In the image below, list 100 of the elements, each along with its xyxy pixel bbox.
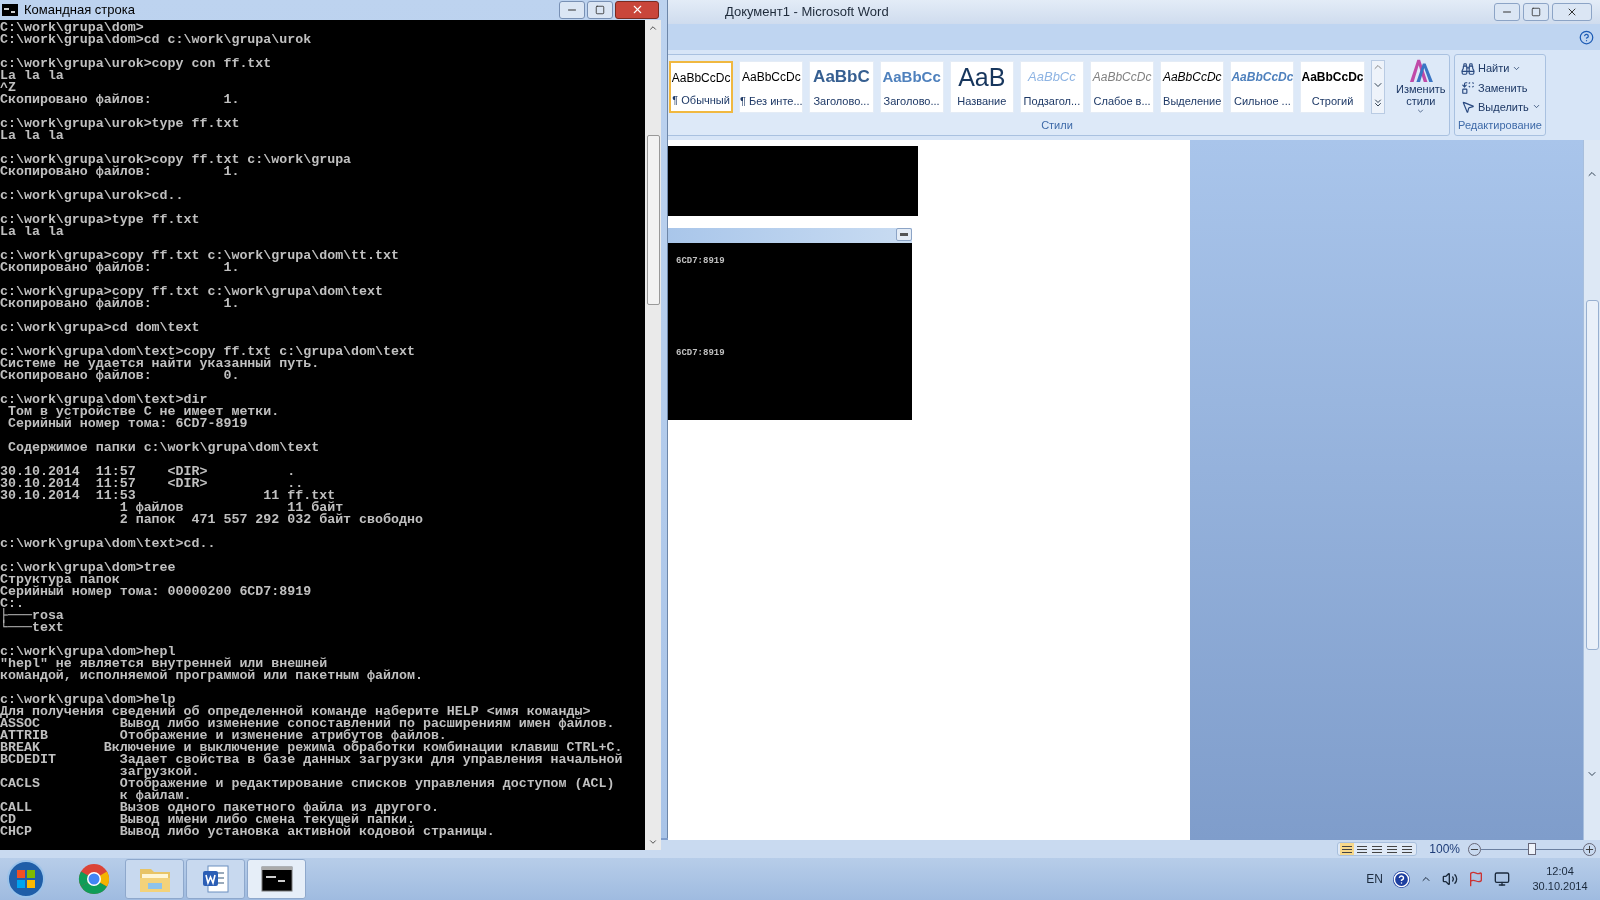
restore-icon [1531,7,1541,17]
chrome-icon [77,863,110,895]
console-line: c:\work\grupa>type ff.txt [0,213,200,226]
console-line: Скопировано файлов: 1. [0,261,240,274]
style-item[interactable]: AaBbCcDc Слабое в... [1090,60,1155,113]
style-item[interactable]: AaBbCc Заголово... [879,60,944,113]
console-line: Скопировано файлов: 0. [0,369,240,382]
style-item[interactable]: AaBbCc Подзагол... [1019,60,1084,113]
scroll-thumb[interactable] [1585,300,1599,650]
console-line: Серийный номер тома: 6CD7-8919 [6,417,248,430]
taskbar-button[interactable] [247,859,306,899]
console-icon [2,3,18,16]
console-line: 2 папок 471 557 292 032 байт свободно [118,513,423,526]
console-line: c:\work\grupa\dom\text>cd.. [0,537,216,550]
console-line: c:\work\grupa\urok>cd.. [0,189,184,202]
restore-icon [595,4,605,15]
console-line: командой, исполняемой программой или пакетным файлом. [0,669,423,682]
editing-button[interactable]: Найти [1461,59,1545,79]
speaker-icon[interactable] [1442,871,1458,887]
minimize-icon [896,228,912,241]
style-item[interactable]: AaBbCcDc ¶ Обычный [669,60,734,113]
console-line: CALL Вызов одного пакетного файла из другого. [0,801,439,814]
console-line: загрузкой. [118,765,200,778]
binoculars-icon [1461,61,1475,76]
console-line: BCDEDIT Задает свойства в базе данных загрузки для управления начальной [0,753,623,766]
console-line: Скопировано файлов: 1. [0,297,240,310]
terminal-icon [260,866,293,892]
console-line: c:\work\grupa\urok>copy con ff.txt [0,57,272,70]
console-line: c:\work\grupa\urok>copy ff.txt c:\work\grupa [0,153,352,166]
pointer-icon [1461,99,1475,114]
network-icon[interactable] [1494,871,1510,887]
zoom-level[interactable]: 100% [1429,842,1460,856]
editing-button[interactable]: Выделить [1461,97,1545,117]
console-line: Скопировано файлов: 1. [0,93,240,106]
console-line: ATTRIB Отображение и изменение атрибутов файлов. [0,729,447,742]
console-line: C:\work\grupa\dom>cd c:\work\grupa\urok [0,33,312,46]
start-button[interactable] [6,859,46,899]
console-line: 30.10.2014 11:53 11 ff.txt [0,489,336,502]
vertical-scrollbar[interactable] [1583,140,1600,840]
clock[interactable]: 12:04 30.10.2014 [1528,864,1592,894]
console-line: Том в устройстве C не имеет метки. [7,405,280,418]
style-item[interactable]: AaBbCcDc Строгий [1300,60,1365,113]
console-line: CACLS Отображение и редактирование списков управления доступом (ACL) [0,777,615,790]
console-line: ASSOC Вывод либо изменение сопоставлений по расширениям имен файлов. [0,717,615,730]
close-button[interactable] [615,0,659,19]
console-line: c:\work\grupa\dom\text>copy ff.txt c:\grupa\dom\text [0,345,415,358]
style-item[interactable]: AaBbCcDc Сильное ... [1230,60,1295,113]
flag-icon[interactable] [1468,871,1484,887]
console-line: c:\work\grupa>copy ff.txt c:\work\grupa\dom\text [0,285,383,298]
window-title: Командная строка [24,1,135,19]
console-line: Серийный номер тома: 00000200 6CD7:8919 [0,585,312,598]
console-line: └───text [0,621,64,634]
scroll-thumb[interactable] [646,134,660,305]
console-line: La la la [0,129,64,142]
editing-button[interactable]: Заменить [1461,78,1545,98]
console-line: c:\work\grupa>cd dom\text [0,321,200,334]
style-item[interactable]: AaB Название [949,60,1014,113]
console-line: c:\work\grupa\dom\text>dir [0,393,208,406]
view-icon[interactable] [1340,843,1355,855]
view-icon[interactable] [1355,843,1370,855]
console-line: Содержимое папки c:\work\grupa\dom\text [6,441,320,454]
console-line: Структура папок [0,573,120,586]
replace-icon [1461,80,1475,95]
taskbar-button[interactable] [186,859,245,899]
clock-time: 12:04 [1546,864,1574,879]
minimize-button[interactable] [1494,3,1520,21]
console-line: c:\work\grupa>copy ff.txt c:\work\grupa\dom\tt.txt [0,249,399,262]
vertical-scrollbar[interactable] [645,19,661,850]
console-line: La la la [0,69,64,82]
caret-icon [1416,107,1426,116]
console-line: CD Вывод имени либо смена текущей папки. [0,813,415,826]
maximize-button[interactable] [587,0,613,19]
console-line: La la la [0,225,64,238]
window-title: Документ1 - Microsoft Word [725,3,889,22]
console-line: "hepl" не является внутренней или внешней [0,657,328,670]
view-icon[interactable] [1400,843,1415,855]
style-item[interactable]: AaBbC Заголово... [809,60,874,113]
console-line: ^Z [0,81,16,94]
console-line: c:\work\grupa\dom>hepl [0,645,176,658]
console-line: c:\work\grupa\dom>tree [0,561,176,574]
minimize-button[interactable] [559,0,585,19]
maximize-button[interactable] [1523,3,1549,21]
console-line: 30.10.2014 11:57 <DIR> . [0,465,296,478]
view-buttons[interactable] [1337,842,1418,856]
console-line: C:\work\grupa\dom> [0,21,144,34]
view-icon[interactable] [1385,843,1400,855]
style-item[interactable]: AaBbCcDc Выделение [1160,60,1225,113]
input-language[interactable]: EN [1366,870,1383,888]
zoom-thumb[interactable] [1528,843,1536,855]
console-line: 1 файлов 11 байт [118,501,344,514]
console-line: 30.10.2014 11:57 <DIR> .. [0,477,304,490]
style-item[interactable]: AaBbCcDc ¶ Без инте... [739,60,804,113]
console-line: Системе не удается найти указанный путь. [0,357,320,370]
console-line: c:\work\grupa\dom>help [0,693,176,706]
clock-date: 30.10.2014 [1532,879,1588,894]
view-icon[interactable] [1370,843,1385,855]
change-styles-button[interactable]: Изменить стили [1392,57,1449,116]
console-line: к файлам. [118,789,192,802]
screenshot-text: 6CD7:8919 [675,346,726,360]
help-icon[interactable] [1579,29,1594,45]
